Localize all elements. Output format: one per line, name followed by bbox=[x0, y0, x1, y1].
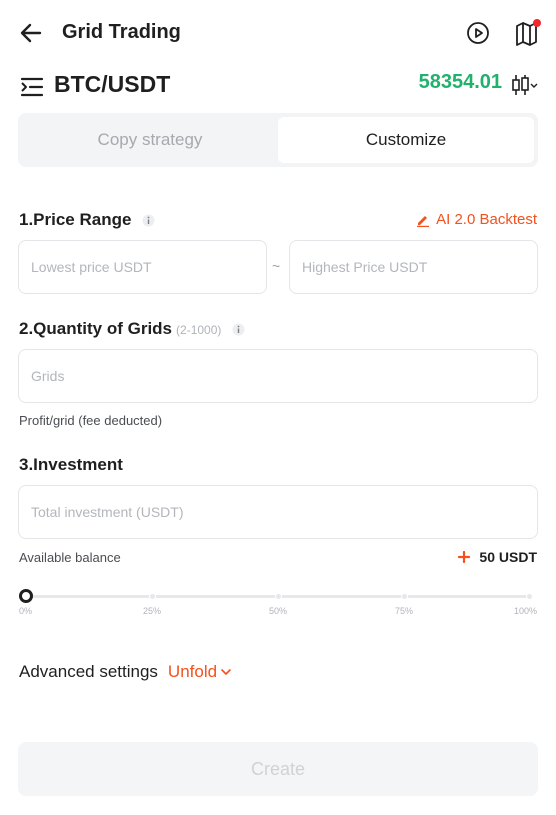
create-button[interactable]: Create bbox=[18, 742, 538, 796]
investment-input[interactable] bbox=[19, 486, 537, 538]
slider-label: 75% bbox=[395, 606, 414, 616]
highest-price-field[interactable] bbox=[289, 240, 538, 294]
highest-price-input[interactable] bbox=[290, 241, 537, 293]
pair-row: BTC/USDT 58354.01 bbox=[0, 66, 556, 106]
book-icon[interactable] bbox=[513, 18, 543, 48]
investment-field[interactable] bbox=[18, 485, 538, 539]
slider-tick[interactable] bbox=[401, 593, 408, 600]
tab-customize[interactable]: Customize bbox=[278, 117, 534, 163]
notification-dot bbox=[533, 19, 541, 27]
lowest-price-input[interactable] bbox=[19, 241, 266, 293]
plus-icon[interactable] bbox=[458, 551, 471, 563]
candlestick-chart-icon[interactable] bbox=[510, 74, 538, 96]
range-separator: ~ bbox=[272, 258, 281, 274]
grids-title: 2.Quantity of Grids (2-1000) bbox=[19, 319, 245, 339]
grids-range-hint: (2-1000) bbox=[176, 323, 222, 337]
slider-thumb[interactable] bbox=[19, 589, 33, 603]
investment-slider[interactable]: 0% 25% 50% 75% 100% bbox=[19, 588, 537, 618]
grids-input[interactable] bbox=[19, 350, 537, 402]
advanced-settings: Advanced settings Unfold bbox=[19, 662, 232, 682]
price-range-label: 1.Price Range bbox=[19, 210, 132, 229]
available-balance-label: Available balance bbox=[19, 550, 121, 565]
menu-list-icon[interactable] bbox=[20, 76, 44, 98]
tab-copy-strategy[interactable]: Copy strategy bbox=[22, 117, 278, 163]
price-range-title: 1.Price Range bbox=[19, 210, 155, 230]
pencil-icon bbox=[417, 215, 430, 227]
advanced-settings-label: Advanced settings bbox=[19, 662, 158, 681]
balance-value: 50 USDT bbox=[479, 549, 537, 565]
pair-price: 58354.01 bbox=[418, 71, 502, 93]
slider-label: 50% bbox=[269, 606, 288, 616]
info-icon[interactable] bbox=[232, 323, 245, 336]
chevron-down-icon bbox=[221, 669, 231, 675]
unfold-label: Unfold bbox=[167, 662, 218, 681]
slider-tick[interactable] bbox=[275, 593, 282, 600]
investment-title: 3.Investment bbox=[19, 455, 123, 474]
play-icon[interactable] bbox=[466, 21, 490, 45]
grids-label: 2.Quantity of Grids bbox=[19, 319, 173, 338]
slider-label: 100% bbox=[514, 606, 538, 616]
strategy-tabs: Copy strategy Customize bbox=[18, 113, 538, 167]
available-balance: 50 USDT bbox=[458, 549, 537, 565]
lowest-price-field[interactable] bbox=[18, 240, 267, 294]
backtest-label: AI 2.0 Backtest bbox=[436, 211, 537, 228]
profit-per-grid-label: Profit/grid (fee deducted) bbox=[19, 413, 163, 428]
info-icon[interactable] bbox=[142, 214, 155, 227]
page-title: Grid Trading bbox=[62, 21, 181, 43]
back-arrow-icon[interactable] bbox=[18, 20, 44, 46]
grids-field[interactable] bbox=[18, 349, 538, 403]
ai-backtest-link[interactable]: AI 2.0 Backtest bbox=[416, 211, 537, 228]
unfold-toggle[interactable]: Unfold bbox=[168, 662, 232, 682]
slider-label: 25% bbox=[143, 606, 162, 616]
slider-tick[interactable] bbox=[149, 593, 156, 600]
slider-label: 0% bbox=[19, 606, 33, 616]
pair-name[interactable]: BTC/USDT bbox=[54, 71, 170, 98]
header: Grid Trading bbox=[0, 0, 556, 66]
slider-tick[interactable] bbox=[526, 593, 533, 600]
